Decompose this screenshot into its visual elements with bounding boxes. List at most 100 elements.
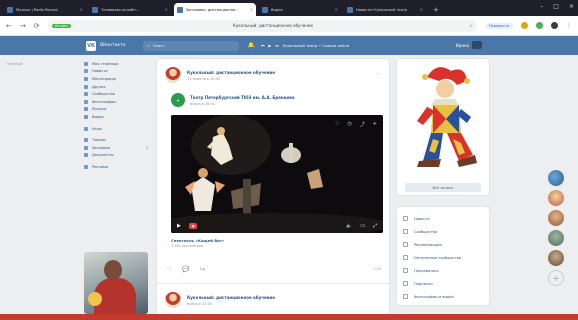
chat-avatar[interactable]: [548, 230, 564, 246]
feed-filter-item[interactable]: Сообщества: [403, 225, 483, 238]
left-menu-item[interactable]: Сообщества: [84, 90, 154, 98]
notifications-bell-icon[interactable]: 🔔: [247, 42, 254, 49]
next-icon[interactable]: ⏭: [275, 43, 278, 48]
left-menu-item[interactable]: Игры: [84, 125, 154, 133]
feed-filter-item[interactable]: Фотографии и видео: [403, 290, 483, 303]
left-menu-item[interactable]: Закладки 3: [84, 144, 154, 152]
left-menu-item[interactable]: Фотографии: [84, 98, 154, 106]
tab-label: Видео: [271, 7, 283, 12]
left-menu-item[interactable]: Видео: [84, 113, 154, 121]
left-menu-item[interactable]: Друзья: [84, 83, 154, 91]
menu-item-icon: [84, 92, 88, 97]
group-avatar[interactable]: [165, 292, 181, 308]
minimize-icon[interactable]: –: [540, 3, 543, 10]
left-menu-item[interactable]: Документы: [84, 152, 154, 160]
search-icon: ⌕: [147, 43, 150, 48]
menu-item-icon: [84, 145, 88, 150]
ad-photo[interactable]: [84, 252, 148, 314]
star-icon[interactable]: ☆: [469, 23, 473, 28]
jester-illustration[interactable]: [409, 63, 479, 173]
user-menu[interactable]: Ирина: [456, 41, 482, 49]
left-menu-item[interactable]: Музыка: [84, 106, 154, 114]
video-player[interactable]: ♡ ◷ ⤴ + ▶ ● 🔈 ▭ ⤢: [171, 115, 383, 233]
left-menu-label: Закладки: [92, 145, 111, 150]
search-placeholder: Поиск: [152, 43, 165, 48]
new-chat-icon[interactable]: +: [548, 270, 564, 286]
tab-favicon-icon: [177, 6, 183, 13]
chat-avatar[interactable]: [548, 190, 564, 206]
add-video-icon[interactable]: +: [373, 121, 377, 128]
site-badge: vk.com: [51, 23, 71, 28]
browser-tab-5[interactable]: Новости! Кукольный театр ×: [344, 3, 426, 16]
back-icon[interactable]: ←: [6, 22, 12, 30]
left-menu-item[interactable]: Товары: [84, 136, 154, 144]
left-menu-item[interactable]: Новости: [84, 68, 154, 76]
chat-avatar[interactable]: [548, 250, 564, 266]
translate-button[interactable]: Перевести: [484, 22, 513, 29]
window-controls: – □ ×: [540, 3, 574, 10]
repost-avatar[interactable]: ✦: [171, 93, 185, 107]
new-tab-icon[interactable]: +: [433, 6, 439, 14]
left-menu-item[interactable]: Мессенджер: [84, 75, 154, 83]
url-field[interactable]: vk.com Кукольный: дистанционное обучение…: [47, 19, 477, 32]
post-time[interactable]: вчера в 12:00: [187, 302, 275, 306]
menu-icon[interactable]: ⋮: [566, 22, 572, 29]
reload-icon[interactable]: ⟳: [34, 22, 40, 30]
tab-close-icon[interactable]: ×: [420, 7, 423, 12]
comment-icon[interactable]: 💬: [182, 266, 189, 273]
browser-tab-2[interactable]: Телевизор онлайн... ×: [89, 3, 171, 16]
side-extension-label: Гелёный: [6, 62, 23, 66]
all-posts-button[interactable]: Все записи: [405, 183, 481, 192]
play-icon[interactable]: ▶: [177, 223, 181, 229]
chat-avatar[interactable]: [548, 210, 564, 226]
extension-icon[interactable]: [536, 22, 543, 29]
feed-filter-item[interactable]: Рекомендации: [403, 238, 483, 251]
share-video-icon[interactable]: ⤴: [360, 121, 365, 128]
repost-author-link[interactable]: Театр Петербургский ТЮЗ им. А.А. Брянцев…: [190, 95, 295, 100]
os-taskbar: [0, 314, 578, 320]
group-avatar[interactable]: [165, 67, 181, 83]
vk-search-input[interactable]: ⌕ Поиск: [143, 40, 240, 51]
left-menu-item[interactable]: Моя страница: [84, 60, 154, 68]
profile-icon[interactable]: [551, 22, 558, 29]
browser-tab-4[interactable]: Видео ×: [259, 3, 341, 16]
audio-player[interactable]: ⏮ ▶ ⏭ Кукольный театр • Сказки online: [261, 43, 349, 48]
chat-avatar[interactable]: [548, 170, 564, 186]
browser-tab-active[interactable]: Заголовок: дистанционно... ×: [174, 3, 256, 16]
left-menu-label: Видео: [92, 114, 104, 119]
menu-counter-badge: 3: [145, 145, 148, 150]
miniplayer-icon[interactable]: ▭: [360, 223, 365, 229]
menu-item-icon: [84, 61, 88, 66]
left-menu-item[interactable]: Реклама: [84, 163, 154, 171]
more-options-icon[interactable]: ⋯: [376, 71, 381, 77]
vk-logo-icon[interactable]: VK: [86, 40, 96, 51]
feed-filter-item[interactable]: Интересные сообщества: [403, 251, 483, 264]
feed-filter-item[interactable]: Новости: [403, 212, 483, 225]
post-author-link[interactable]: Кукольный: дистанционное обучение: [187, 70, 275, 75]
tab-favicon-icon: [347, 6, 353, 13]
browser-tab-1[interactable]: Музыка | Radio Record ×: [4, 3, 86, 16]
close-window-icon[interactable]: ×: [569, 3, 574, 10]
share-icon[interactable]: ↪: [200, 266, 205, 273]
post-author-link[interactable]: Кукольный: дистанционное обучение: [187, 295, 275, 300]
tab-label: Телевизор онлайн...: [101, 7, 140, 12]
maximize-icon[interactable]: □: [553, 3, 559, 10]
tab-close-icon[interactable]: ×: [250, 7, 253, 12]
play-icon[interactable]: ▶: [268, 43, 271, 48]
tab-close-icon[interactable]: ×: [165, 7, 168, 12]
like-video-icon[interactable]: ♡: [335, 121, 339, 128]
clock-icon[interactable]: ◷: [347, 121, 351, 128]
tab-close-icon[interactable]: ×: [80, 7, 83, 12]
like-icon[interactable]: ♡: [167, 266, 172, 273]
tab-close-icon[interactable]: ×: [335, 7, 338, 12]
fullscreen-icon[interactable]: ⤢: [373, 223, 377, 229]
feed-filter-item[interactable]: Подписки: [403, 277, 483, 290]
extension-icon[interactable]: [521, 22, 528, 29]
prev-icon[interactable]: ⏮: [261, 43, 264, 48]
forward-icon[interactable]: →: [20, 22, 26, 30]
feed-filter-item[interactable]: Понравилось: [403, 264, 483, 277]
feed-filter-label: Подписки: [414, 281, 433, 286]
volume-icon[interactable]: 🔈: [346, 223, 352, 229]
video-title-link[interactable]: Спектакль «Кащей Вот»: [171, 238, 224, 243]
post-time[interactable]: 11 апреля в 10:00: [187, 77, 275, 81]
